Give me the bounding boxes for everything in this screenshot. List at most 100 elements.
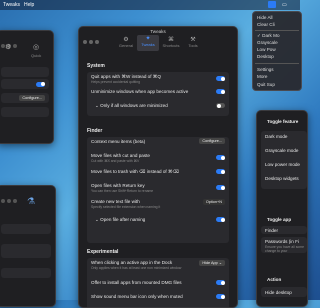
new-text-shortcut-field[interactable]: Option+N: [202, 199, 225, 205]
tab-quick[interactable]: Quick: [31, 53, 41, 58]
install-dmg-label: Offer to install apps from mounted DMG f…: [91, 280, 182, 285]
status-item-icon[interactable]: [268, 1, 276, 8]
tab-shortcuts[interactable]: ⌘ Shortcuts: [159, 36, 183, 48]
finder-row[interactable]: Finder: [261, 226, 307, 234]
new-text-sub: Specify selected file extension when nam…: [91, 205, 161, 209]
open-return-sub: You can then use Shift+Return to rename: [91, 189, 154, 193]
left-settings-window: ⚙ ◎ Quick Configure...: [0, 30, 54, 144]
move-files-cut-toggle[interactable]: [216, 155, 225, 160]
experimental-group: When clicking an active app in the Dock …: [87, 258, 229, 307]
action-heading: Action: [267, 277, 282, 282]
system-group: Quit apps with ⌘W instead of ⌘Q Helps pr…: [87, 72, 229, 116]
tab-general[interactable]: ⚙ General: [115, 36, 137, 48]
tweaks-icon: ✦: [145, 36, 151, 42]
section-experimental: Experimental: [87, 249, 119, 255]
low-power-label[interactable]: Low power mode: [265, 162, 300, 167]
menu-item-desktop[interactable]: Desktop: [257, 54, 274, 59]
open-return-toggle[interactable]: [216, 185, 225, 190]
passwords-sub: Ensure you have all some change to your: [265, 245, 305, 253]
menu-separator: [255, 30, 299, 31]
dark-mode-label[interactable]: Dark mode: [265, 134, 287, 139]
minimize-button[interactable]: [89, 40, 93, 44]
left-row-a: [1, 224, 51, 234]
wrench-icon: ⚒: [190, 37, 196, 43]
left-toggle[interactable]: [36, 81, 45, 87]
click-dock-value: Hide App: [202, 261, 218, 265]
close-button[interactable]: [83, 40, 87, 44]
open-return-label: Open files with Return key: [91, 183, 145, 188]
chevron-down-icon[interactable]: ⌄: [95, 103, 99, 108]
left-row-4: [1, 107, 49, 117]
left-row-3: Configure...: [1, 93, 49, 103]
window-title: Tweaks: [150, 29, 166, 34]
only-if-minimized-label: Only if all windows are minimized: [100, 103, 168, 108]
chevron-down-icon[interactable]: ⌄: [95, 217, 99, 222]
move-files-cut-label: Move files with cut and paste: [91, 153, 150, 158]
tab-shortcuts-label: Shortcuts: [162, 43, 180, 48]
menu-item-grayscale[interactable]: Grayscale: [257, 40, 278, 45]
toggle-feature-list: Dark mode Grayscale mode Low power mode …: [261, 131, 307, 189]
context-menu-label: Context menu items (beta): [91, 139, 146, 144]
new-text-label: Create new text file with: [91, 199, 140, 204]
tab-tweaks[interactable]: ✦ Tweaks: [137, 35, 159, 51]
grayscale-label[interactable]: Grayscale mode: [265, 148, 298, 153]
open-after-label: Open file after naming: [100, 217, 146, 222]
left-row-b: [1, 244, 51, 258]
tab-tools[interactable]: ⚒ Tools: [183, 36, 203, 48]
settings-icon[interactable]: ⚙: [5, 43, 11, 51]
menu-bar-extra-icon[interactable]: ▭: [282, 2, 287, 8]
unminimize-toggle[interactable]: [216, 89, 225, 94]
quick-tab-icon[interactable]: ◎: [33, 43, 39, 51]
status-menu: Hide All Clear Cli ✓ Dark Mo Grayscale L…: [252, 11, 302, 91]
finder-label: Finder: [265, 227, 279, 233]
tab-general-label: General: [118, 43, 134, 48]
only-if-minimized-toggle[interactable]: [216, 103, 225, 108]
menu-item-clear-clipboard[interactable]: Clear Cli: [257, 22, 275, 27]
menu-bar-help[interactable]: Help: [24, 2, 34, 8]
toggle-feature-window: Toggle feature Dark mode Grayscale mode …: [256, 110, 308, 307]
toggle-app-heading: Toggle app: [267, 217, 292, 222]
tab-tweaks-label: Tweaks: [141, 42, 155, 47]
menu-bar: Tweaks Help ▭: [0, 0, 300, 10]
menu-item-dark-mode[interactable]: ✓ Dark Mo: [257, 33, 280, 39]
click-dock-sub: Only applies when it has at least one no…: [91, 266, 182, 270]
passwords-label: Passwords (in Fi: [265, 239, 299, 244]
passwords-row[interactable]: Passwords (in Fi Ensure you have all som…: [261, 237, 307, 253]
section-finder: Finder: [87, 128, 103, 134]
menu-item-more[interactable]: More: [257, 74, 267, 79]
move-trash-label: Move files to trash with ⌫ instead of ⌘⌫: [91, 169, 180, 174]
window-controls: [1, 190, 19, 208]
menu-separator: [255, 63, 299, 64]
left-app-window: ⚗: [0, 185, 56, 307]
open-after-toggle[interactable]: [216, 217, 225, 222]
menu-bar-icon-label: Show sound menu bar icon only when muted: [91, 294, 183, 299]
move-files-cut-sub: Cut with ⌘X and paste with ⌘V: [91, 159, 140, 163]
menu-item-quit[interactable]: Quit Sup: [257, 82, 275, 87]
click-dock-select[interactable]: Hide App ⌄: [199, 260, 225, 266]
app-logo-icon: ⚗: [27, 196, 36, 206]
unminimize-label: Unminimize windows when app becomes acti…: [91, 89, 189, 94]
install-dmg-toggle[interactable]: [216, 280, 225, 285]
desktop-widgets-label[interactable]: Desktop widgets: [265, 176, 299, 181]
finder-group: Context menu items (beta) Configure... M…: [87, 137, 229, 243]
click-dock-label: When clicking an active app in the Dock: [91, 260, 173, 265]
menu-item-low-power[interactable]: Low Pow: [257, 47, 276, 52]
section-system: System: [87, 63, 105, 69]
hide-desktop-label: Hide desktop: [265, 289, 292, 295]
hide-desktop-row[interactable]: Hide desktop: [261, 287, 307, 297]
toggle-feature-title: Toggle feature: [267, 119, 299, 124]
configure-button[interactable]: Configure...: [19, 95, 45, 101]
zoom-button[interactable]: [95, 40, 99, 44]
left-row-c: [1, 268, 51, 278]
context-menu-configure-button[interactable]: Configure...: [199, 138, 225, 144]
move-trash-toggle[interactable]: [216, 169, 225, 174]
quit-apps-toggle[interactable]: [216, 76, 225, 81]
left-row-1: [1, 67, 49, 77]
menu-item-hide-all[interactable]: Hide All: [257, 15, 273, 20]
menu-bar-icon-toggle[interactable]: [216, 294, 225, 299]
menu-bar-app[interactable]: Tweaks: [3, 2, 20, 8]
menu-item-dark-mode-label: Dark Mo: [262, 33, 280, 38]
left-row-2: [1, 79, 49, 89]
quit-apps-sub: Helps prevent accidental quitting: [91, 80, 141, 84]
menu-item-settings[interactable]: Settings: [257, 67, 274, 72]
